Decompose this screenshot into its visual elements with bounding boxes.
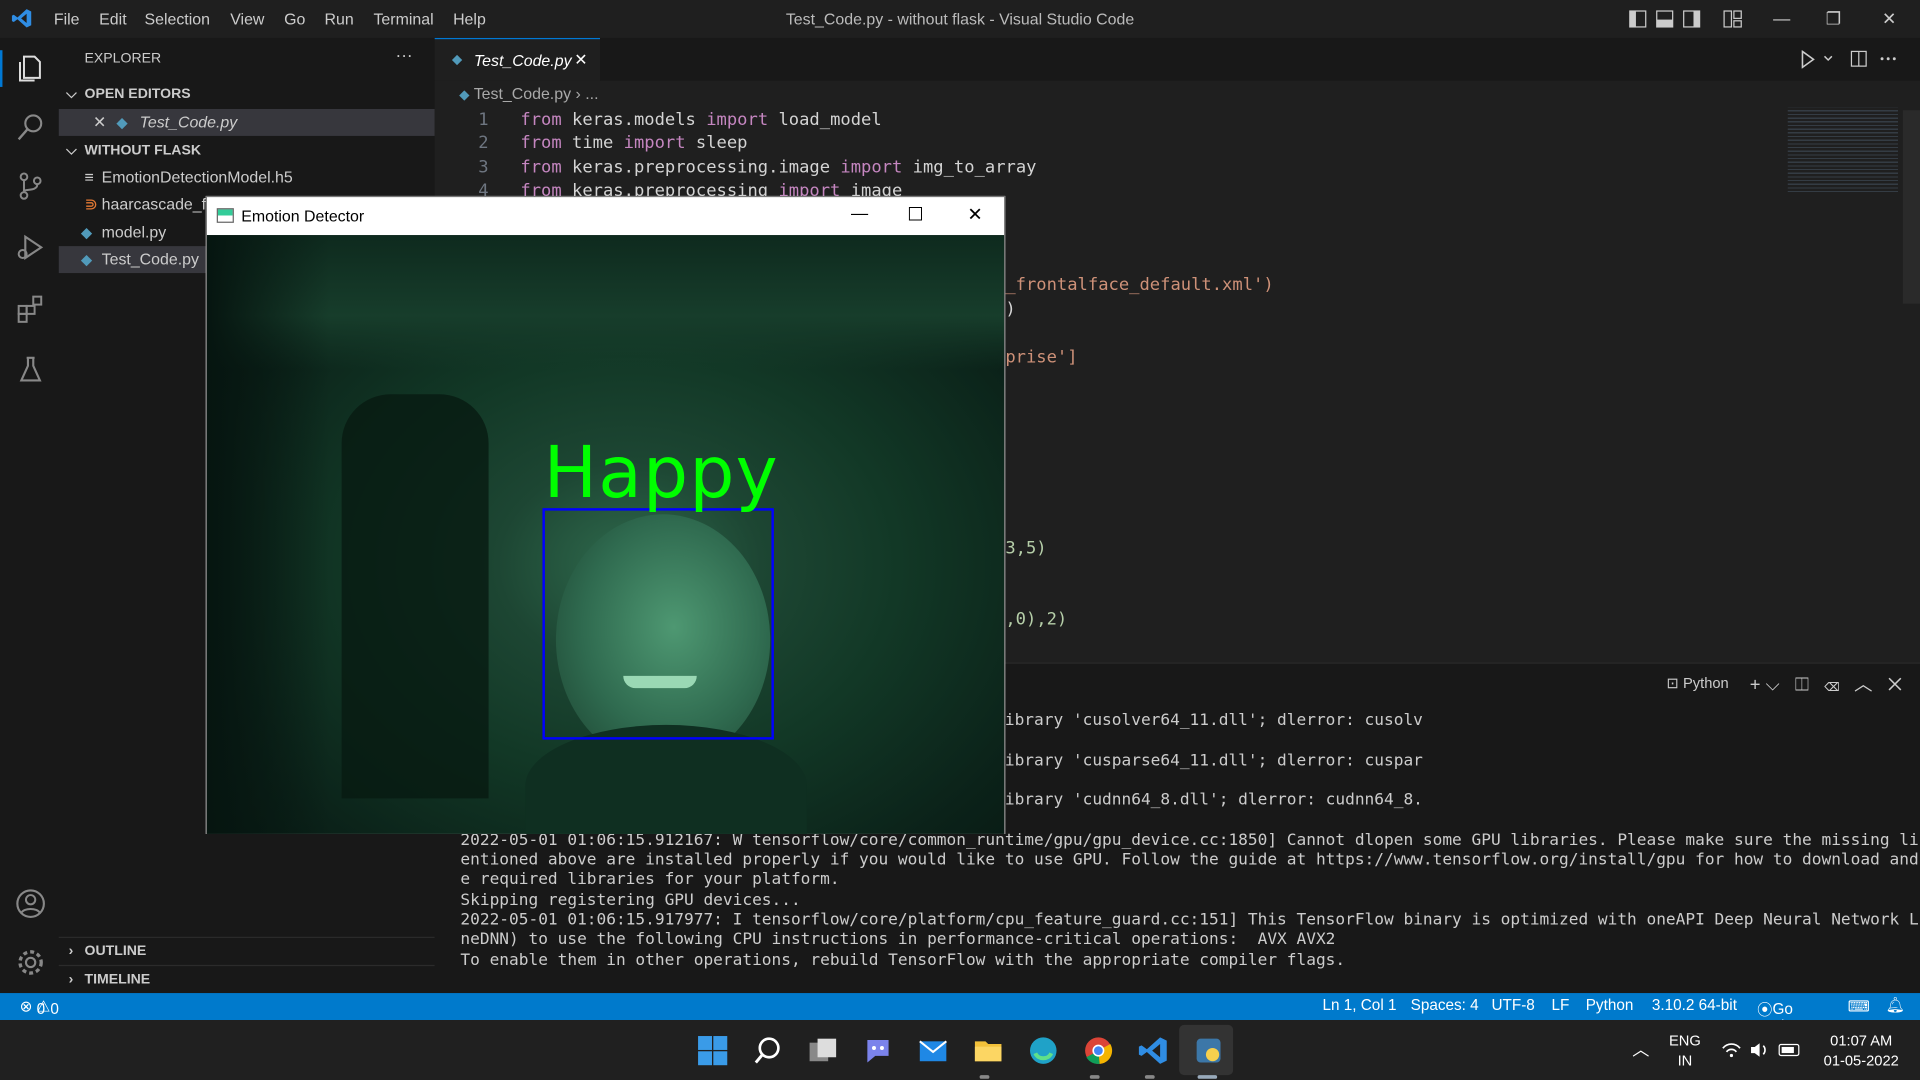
clock[interactable]: 01:07 AM 01-05-2022: [1810, 1031, 1913, 1070]
explorer-more-button[interactable]: ···: [396, 45, 413, 65]
code-fragment: ,0),2): [1005, 609, 1068, 630]
mail-icon[interactable]: [917, 1035, 949, 1067]
feedback-icon[interactable]: ⌨: [1848, 997, 1870, 1015]
code-fragment: _frontalface_default.xml'): [1005, 275, 1274, 296]
terminal-icon: ⊡: [1666, 674, 1679, 692]
windows-taskbar: ︿ ENG IN 01:07 AM 01-05-2022: [0, 1020, 1920, 1080]
restore-button[interactable]: ❐: [1826, 9, 1841, 30]
code-fragment: 3,5): [1005, 538, 1047, 559]
extensions-icon[interactable]: [15, 293, 47, 325]
close-button[interactable]: ✕: [1882, 9, 1896, 30]
minimize-button[interactable]: —: [1773, 9, 1790, 29]
notifications-bell-icon[interactable]: 🔔︎: [1886, 997, 1905, 1015]
file-item[interactable]: ≡ EmotionDetectionModel.h5: [59, 164, 435, 191]
shoulders: [525, 724, 807, 834]
activity-bar: [0, 37, 59, 994]
source-control-icon[interactable]: [15, 170, 47, 202]
python-file-icon: ◆: [116, 113, 128, 132]
layout-controls-icon[interactable]: [1629, 10, 1745, 28]
run-debug-icon[interactable]: [15, 231, 47, 263]
language-indicator[interactable]: ENG IN: [1668, 1031, 1702, 1070]
breadcrumb: ◆ Test_Code.py › ...: [459, 84, 599, 103]
terminal-shell-label[interactable]: Python: [1683, 675, 1729, 692]
code-fragment: prise']: [1005, 347, 1078, 368]
python-interpreter[interactable]: 3.10.2 64-bit: [1652, 997, 1737, 1014]
open-editors-section[interactable]: ⌵ OPEN EDITORS: [59, 81, 435, 108]
accounts-icon[interactable]: [15, 888, 47, 920]
terminal-toolbar: ⊡ Python: [1667, 675, 1729, 692]
explorer-header: EXPLORER: [84, 51, 162, 67]
search-icon[interactable]: [15, 111, 47, 143]
line-ending[interactable]: LF: [1551, 997, 1569, 1014]
breadcrumb-file[interactable]: Test_Code.py: [474, 84, 571, 102]
vscode-taskbar-icon[interactable]: [1138, 1035, 1170, 1067]
indentation[interactable]: Spaces: 4: [1411, 997, 1479, 1014]
language-mode[interactable]: Python: [1586, 997, 1634, 1014]
close-editor-icon[interactable]: ✕: [93, 109, 106, 136]
manage-gear-icon[interactable]: [15, 947, 47, 979]
popup-minimize-button[interactable]: —: [851, 203, 868, 223]
code-line-3: from keras.preprocessing.image import im…: [520, 157, 1037, 178]
task-view-icon[interactable]: [807, 1035, 839, 1067]
status-bar: ⊗ 0 ⚠ 0 Ln 1, Col 1 Spaces: 4 UTF-8 LF P…: [0, 993, 1920, 1035]
teams-chat-icon[interactable]: [862, 1035, 894, 1067]
app-window-icon: [216, 208, 234, 223]
timeline-section[interactable]: › TIMELINE: [59, 966, 435, 993]
folder-section[interactable]: ⌵ WITHOUT FLASK: [59, 137, 435, 164]
popup-close-button[interactable]: ✕: [967, 203, 982, 225]
popup-title: Emotion Detector: [241, 206, 365, 226]
rss-file-icon: ⋑: [84, 194, 98, 214]
file-lines-icon: ≡: [84, 167, 94, 187]
windows-start-icon[interactable]: [697, 1035, 729, 1067]
title-bar: File Edit Selection View Go Run Terminal…: [0, 0, 1920, 38]
tray-overflow-icon[interactable]: ︿: [1632, 1037, 1649, 1061]
encoding[interactable]: UTF-8: [1491, 997, 1534, 1014]
cursor-position[interactable]: Ln 1, Col 1: [1322, 997, 1396, 1014]
minimap[interactable]: [1787, 107, 1898, 194]
scrollbar[interactable]: [1902, 110, 1920, 304]
network-volume-battery-icons[interactable]: [1720, 1040, 1803, 1060]
open-editor-item[interactable]: ✕ ◆ Test_Code.py: [58, 108, 435, 136]
terminal-actions[interactable]: + ⌵ ◫ ⌫ ︿ ✕: [1750, 671, 1902, 697]
edge-browser-icon[interactable]: [1027, 1035, 1059, 1067]
emotion-detector-window[interactable]: Emotion Detector — ☐ ✕ Happy: [205, 195, 1006, 834]
editor-actions-icon[interactable]: [1800, 50, 1898, 69]
explorer-icon[interactable]: [15, 53, 47, 85]
tab-test-code[interactable]: ◆ Test_Code.py ✕: [434, 37, 601, 81]
testing-icon[interactable]: [15, 354, 47, 386]
tab-close-icon[interactable]: ✕: [574, 50, 587, 70]
taskbar-search-icon[interactable]: [752, 1035, 784, 1067]
code-line-2: from time import sleep: [520, 133, 748, 154]
emotion-label: Happy: [543, 431, 779, 515]
editor-tab-bar: [434, 37, 1920, 81]
python-file-icon: ◆: [451, 52, 463, 68]
webcam-feed: Happy: [206, 235, 1005, 834]
chrome-browser-icon[interactable]: [1082, 1035, 1114, 1067]
problems-indicator[interactable]: ⊗ 0 ⚠ 0: [20, 997, 59, 1018]
popup-maximize-button[interactable]: ☐: [907, 203, 923, 225]
python-file-icon: ◆: [80, 251, 93, 269]
file-explorer-icon[interactable]: [972, 1035, 1004, 1067]
face-bounding-box: [542, 508, 774, 740]
python-app-icon[interactable]: [1193, 1035, 1225, 1067]
outline-section[interactable]: › OUTLINE: [59, 938, 435, 965]
python-file-icon: ◆: [80, 224, 93, 242]
code-line-1: from keras.models import load_model: [520, 110, 882, 130]
code-fragment: ): [1005, 300, 1016, 320]
go-live-button[interactable]: ⦿ Go Live: [1757, 997, 1800, 1034]
